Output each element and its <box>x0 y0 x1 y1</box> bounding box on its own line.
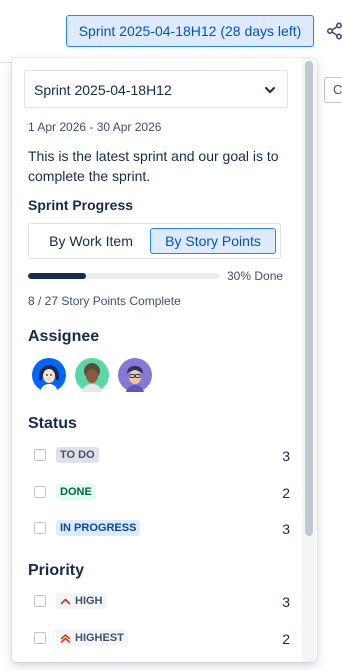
status-filter-todo[interactable]: TO DO 3 <box>28 444 290 466</box>
priority-label: HIGH <box>75 595 103 607</box>
priority-filter-highest[interactable]: HIGHEST 2 <box>28 627 290 649</box>
priority-checkbox[interactable] <box>34 595 46 607</box>
priority-lozenge-highest: HIGHEST <box>56 630 128 646</box>
status-lozenge-todo: TO DO <box>56 447 99 463</box>
priority-count: 2 <box>282 631 290 647</box>
chevron-up-icon <box>60 598 71 604</box>
background-input-text: C <box>333 82 342 97</box>
status-lozenge-in-progress: IN PROGRESS <box>56 520 141 536</box>
scrollbar-thumb[interactable] <box>305 61 313 536</box>
priority-count: 3 <box>282 594 290 610</box>
chevron-down-icon <box>265 87 275 93</box>
sprint-progress-heading: Sprint Progress <box>28 197 134 213</box>
status-filter-done[interactable]: DONE 2 <box>28 481 290 503</box>
sprint-details-panel: Sprint 2025-04-18H12 1 Apr 2026 - 30 Apr… <box>12 58 317 662</box>
progress-percent-label: 30% Done <box>227 269 284 283</box>
status-count: 3 <box>282 521 290 537</box>
status-checkbox[interactable] <box>34 449 46 461</box>
sprint-goal: This is the latest sprint and our goal i… <box>28 148 279 184</box>
status-heading: Status <box>28 415 77 432</box>
sprint-selector-button[interactable]: Sprint 2025-04-18H12 (28 days left) <box>66 15 314 47</box>
priority-label: HIGHEST <box>75 632 124 644</box>
priority-lozenge-high: HIGH <box>56 593 107 609</box>
share-icon[interactable] <box>326 22 342 40</box>
status-count: 2 <box>282 485 290 501</box>
progress-mode-toggle: By Work Item By Story Points <box>28 223 281 259</box>
priority-checkbox[interactable] <box>34 632 46 644</box>
assignee-avatar-2[interactable] <box>75 358 109 392</box>
priority-filter-high[interactable]: HIGH 3 <box>28 590 290 612</box>
status-filter-in-progress[interactable]: IN PROGRESS 3 <box>28 517 290 539</box>
status-count: 3 <box>282 448 290 464</box>
sprint-select-value: Sprint 2025-04-18H12 <box>34 82 172 98</box>
assignee-avatar-1[interactable] <box>32 358 66 392</box>
sprint-date-range: 1 Apr 2026 - 30 Apr 2026 <box>28 120 162 134</box>
assignee-avatar-3[interactable] <box>118 358 152 392</box>
background-content <box>317 62 342 670</box>
priority-heading: Priority <box>28 562 85 579</box>
by-work-item-button[interactable]: By Work Item <box>35 228 147 254</box>
sprint-select[interactable]: Sprint 2025-04-18H12 <box>24 70 288 108</box>
status-lozenge-done: DONE <box>56 484 96 500</box>
progress-bar-fill <box>28 273 86 279</box>
by-story-points-button[interactable]: By Story Points <box>150 228 276 254</box>
progress-bar <box>28 273 220 279</box>
assignee-heading: Assignee <box>28 328 100 345</box>
story-points-complete: 8 / 27 Story Points Complete <box>28 294 181 308</box>
double-chevron-up-icon <box>60 633 71 643</box>
status-checkbox[interactable] <box>34 522 46 534</box>
status-checkbox[interactable] <box>34 486 46 498</box>
background-input[interactable]: C <box>324 77 342 103</box>
